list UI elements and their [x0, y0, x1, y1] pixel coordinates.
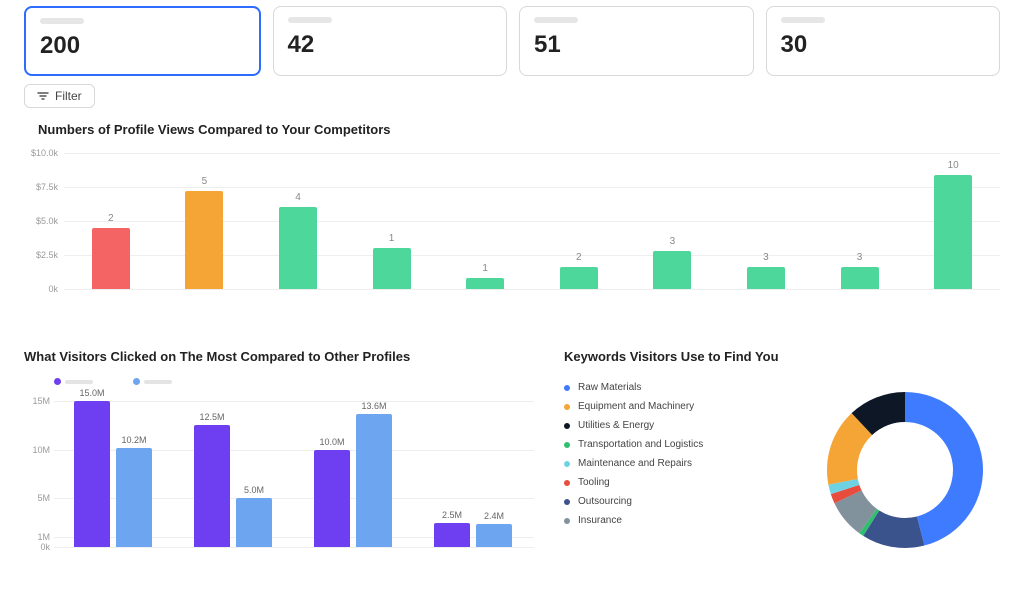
- chart1-bar[interactable]: [560, 267, 598, 289]
- chart1-bar[interactable]: [841, 267, 879, 289]
- chart1-bar[interactable]: [373, 248, 411, 289]
- legend-label: Outsourcing: [578, 492, 632, 511]
- chart2-title: What Visitors Clicked on The Most Compar…: [24, 349, 534, 364]
- chart1-bars: 2 5 4 1 1 2 3 3 3 10: [64, 153, 1000, 289]
- stat-card-value: 30: [781, 31, 986, 59]
- chart1-bar-label: 3: [670, 236, 676, 247]
- legend-label: Maintenance and Repairs: [578, 454, 692, 473]
- chart1-title: Numbers of Profile Views Compared to You…: [0, 108, 1024, 143]
- chart3-title: Keywords Visitors Use to Find You: [564, 349, 1000, 364]
- chart1-bar[interactable]: [185, 191, 223, 289]
- chart2-bar-a-label: 12.5M: [199, 412, 224, 422]
- chart2-bar-b-label: 5.0M: [244, 485, 264, 495]
- legend-label: Utilities & Energy: [578, 416, 654, 435]
- chart1-bar[interactable]: [934, 175, 972, 289]
- chart2-bar-a[interactable]: [314, 450, 350, 548]
- filter-label: Filter: [55, 89, 82, 103]
- stats-row: 200 42 51 30: [0, 0, 1024, 76]
- chart1-bar[interactable]: [92, 228, 130, 289]
- chart2-yaxis: 0k1M5M10M15M: [24, 391, 54, 547]
- chart2-plot: 15.0M 10.2M 12.5M 5.0M 10.0M 13.6M 2.5M 2.4M: [54, 391, 534, 547]
- stat-card-3[interactable]: 51: [519, 6, 754, 76]
- chart1-bar-label: 3: [763, 252, 769, 263]
- chart2-legend-b: [133, 378, 172, 385]
- stat-card-label-placeholder: [288, 17, 332, 23]
- chart1-bar[interactable]: [466, 278, 504, 289]
- chart2-bar-b[interactable]: [356, 414, 392, 547]
- legend-dot-icon: [564, 461, 570, 467]
- stat-card-value: 200: [40, 32, 245, 60]
- donut-svg: [815, 380, 995, 560]
- stat-card-value: 51: [534, 31, 739, 59]
- keywords-donut: [810, 375, 1000, 565]
- chart2-bar-b[interactable]: [476, 524, 512, 547]
- chart2-bar-b-label: 2.4M: [484, 511, 504, 521]
- legend-dot-icon: [564, 480, 570, 486]
- stat-card-label-placeholder: [534, 17, 578, 23]
- chart1-bar[interactable]: [747, 267, 785, 289]
- legend-label: Raw Materials: [578, 378, 641, 397]
- chart1-bar-label: 2: [108, 213, 114, 224]
- chart2-legend-a: [54, 378, 93, 385]
- stat-card-value: 42: [288, 31, 493, 59]
- chart1-bar-label: 2: [576, 252, 582, 263]
- chart2-bar-b-label: 13.6M: [361, 401, 386, 411]
- legend-dot-icon: [564, 423, 570, 429]
- chart2-bar-b[interactable]: [236, 498, 272, 547]
- legend-dot-icon: [564, 385, 570, 391]
- chart1-bar-label: 10: [948, 160, 959, 171]
- clicks-chart: 0k1M5M10M15M 15.0M 10.2M 12.5M 5.0M 10.0M 13.…: [24, 391, 534, 561]
- chart2-bar-a[interactable]: [74, 401, 110, 547]
- chart2-bar-a-label: 10.0M: [319, 437, 344, 447]
- legend-label: Insurance: [578, 511, 622, 530]
- stat-card-label-placeholder: [781, 17, 825, 23]
- legend-dot-icon: [564, 442, 570, 448]
- legend-label: Tooling: [578, 473, 610, 492]
- chart1-bar-label: 5: [202, 176, 208, 187]
- legend-label: Equipment and Machinery: [578, 397, 694, 416]
- legend-dot-icon: [564, 518, 570, 524]
- stat-card-1[interactable]: 200: [24, 6, 261, 76]
- chart1-bar-label: 3: [857, 252, 863, 263]
- legend-dot-icon: [564, 404, 570, 410]
- chart1-bar-label: 4: [295, 192, 301, 203]
- stat-card-label-placeholder: [40, 18, 84, 24]
- chart1-bar[interactable]: [653, 251, 691, 289]
- chart1-bar-label: 1: [389, 233, 395, 244]
- legend-dot-icon: [564, 499, 570, 505]
- chart2-bar-b[interactable]: [116, 448, 152, 547]
- filter-row: Filter: [0, 76, 1024, 108]
- legend-label: Transportation and Logistics: [578, 435, 703, 454]
- profile-views-chart: 0k$2.5k$5.0k$7.5k$10.0k 2 5 4 1 1 2 3 3 3 10: [24, 143, 1000, 303]
- chart2-bar-a[interactable]: [194, 425, 230, 547]
- filter-icon: [37, 91, 49, 101]
- stat-card-2[interactable]: 42: [273, 6, 508, 76]
- chart2-bar-b-label: 10.2M: [121, 435, 146, 445]
- chart2-bar-a-label: 2.5M: [442, 510, 462, 520]
- chart1-bar[interactable]: [279, 207, 317, 289]
- chart2-bar-a-label: 15.0M: [79, 388, 104, 398]
- chart2-bar-a[interactable]: [434, 523, 470, 547]
- chart1-yaxis: 0k$2.5k$5.0k$7.5k$10.0k: [24, 153, 64, 289]
- chart1-bar-label: 1: [482, 263, 488, 274]
- stat-card-4[interactable]: 30: [766, 6, 1001, 76]
- filter-button[interactable]: Filter: [24, 84, 95, 108]
